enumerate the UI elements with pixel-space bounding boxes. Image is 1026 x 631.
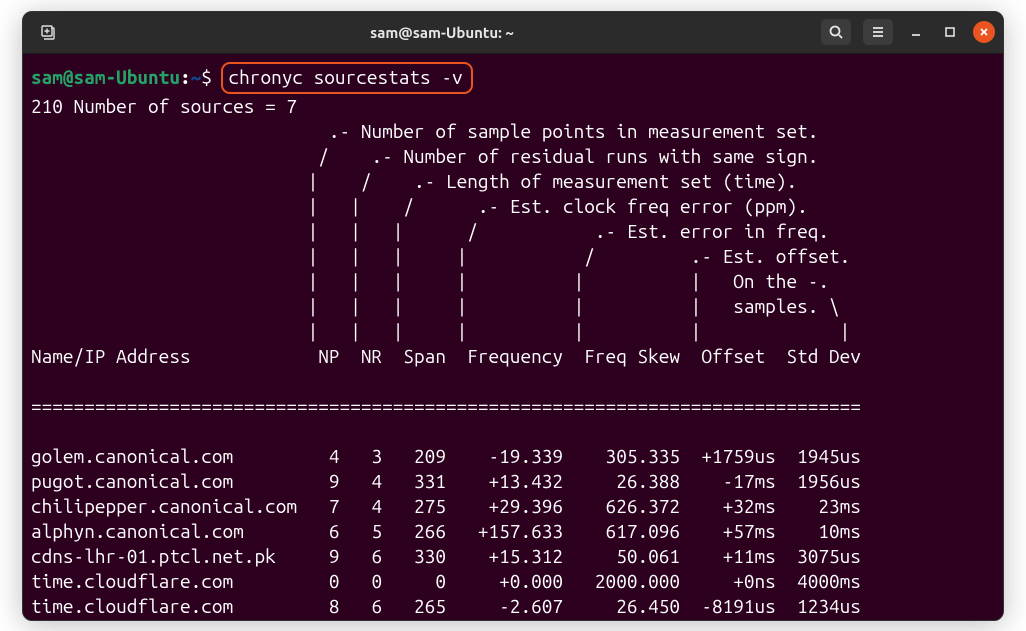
command-text: chronyc sourcestats -v [229, 66, 463, 88]
prompt-line-2: sam@sam-Ubuntu:~$ [31, 620, 212, 621]
prompt-symbol: $ [201, 66, 212, 88]
menu-button[interactable] [863, 19, 893, 45]
prompt-userhost: sam@sam-Ubuntu [31, 66, 180, 88]
legend-block: .- Number of sample points in measuremen… [31, 119, 995, 344]
prompt-colon: : [180, 66, 191, 88]
prompt-userhost: sam@sam-Ubuntu [31, 620, 180, 621]
terminal-body[interactable]: sam@sam-Ubuntu:~$ chronyc sourcestats -v… [23, 54, 1003, 621]
new-tab-button[interactable] [33, 19, 63, 45]
cursor-icon [225, 620, 236, 621]
window-close[interactable] [973, 21, 995, 43]
output-count: 210 Number of sources = 7 [31, 94, 995, 119]
window-minimize[interactable] [905, 21, 927, 43]
window-maximize[interactable] [939, 21, 961, 43]
separator: ========================================… [31, 394, 995, 419]
window-title: sam@sam-Ubuntu: ~ [63, 24, 821, 41]
prompt-symbol: $ [201, 620, 212, 621]
search-button[interactable] [821, 19, 851, 45]
prompt-path: ~ [191, 620, 202, 621]
prompt-line: sam@sam-Ubuntu:~$ [31, 66, 212, 88]
terminal-window: sam@sam-Ubuntu: ~ sam@sam-Ubuntu:~$ chro… [22, 11, 1004, 621]
command-highlight: chronyc sourcestats -v [221, 62, 473, 94]
titlebar: sam@sam-Ubuntu: ~ [23, 12, 1003, 54]
table-header: Name/IP Address NP NR Span Frequency Fre… [31, 344, 995, 369]
prompt-path: ~ [191, 66, 202, 88]
prompt-colon: : [180, 620, 191, 621]
table-rows: golem.canonical.com 4 3 209 -19.339 305.… [31, 444, 995, 619]
